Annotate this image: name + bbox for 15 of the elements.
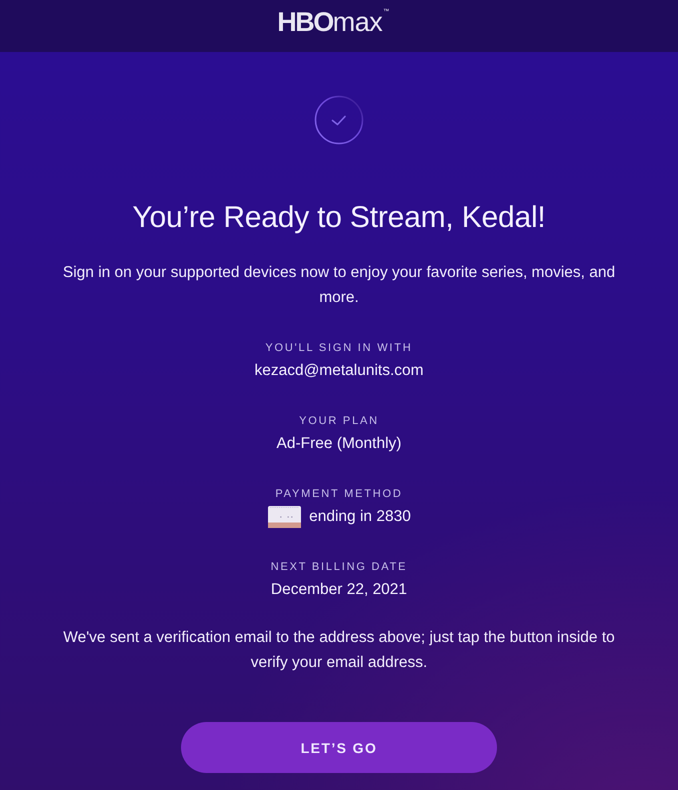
detail-value: December 22, 2021 <box>270 580 408 600</box>
detail-value: Ad-Free (Monthly) <box>276 434 402 454</box>
verification-note: We've sent a verification email to the address above; just tap the button inside to verify your email address. <box>62 628 616 673</box>
detail-label: YOUR PLAN <box>299 414 379 429</box>
intro-text: Sign in on your supported devices now to enjoy your favorite series, movies, and more. <box>62 263 616 308</box>
logo-wordmark: HBOmax$^{™}$ <box>277 8 389 36</box>
detail-label: NEXT BILLING DATE <box>270 560 408 575</box>
check-circle-icon <box>314 95 364 145</box>
detail-value: kezacd@metalunits.com <box>254 361 424 381</box>
lets-go-button[interactable]: LET’S GO <box>181 722 497 773</box>
confirmation-title: You’re Ready to Stream, Kedal! <box>132 200 546 236</box>
credit-card-icon <box>267 506 302 528</box>
detail-label: PAYMENT METHOD <box>275 487 403 502</box>
detail-value: ending in 2830 <box>309 507 411 527</box>
detail-label: YOU'LL SIGN IN WITH <box>265 341 413 356</box>
